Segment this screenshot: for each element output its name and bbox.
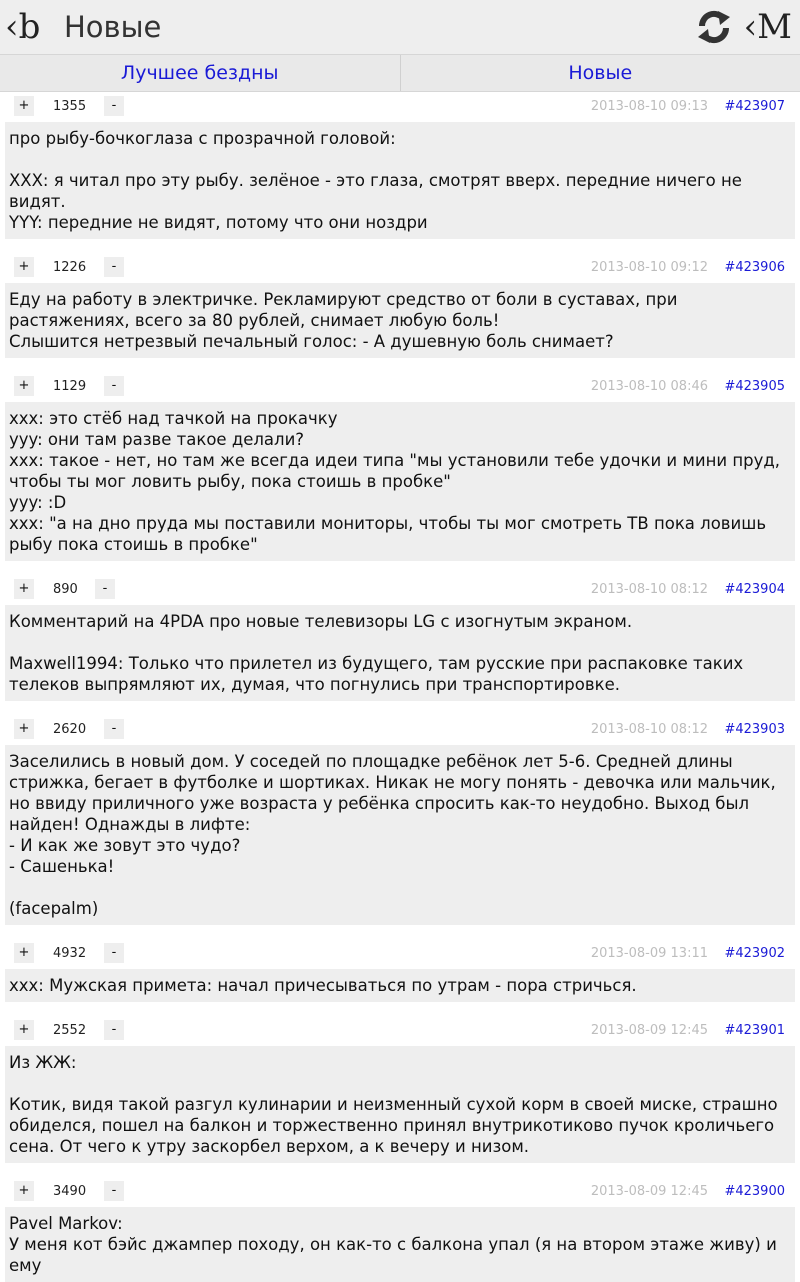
post: + 4932 - 2013-08-09 13:11 #423902 xxx: М…: [0, 939, 800, 1002]
post-id-link[interactable]: #423902: [724, 939, 785, 969]
post-meta: + 2552 - 2013-08-09 12:45 #423901: [0, 1016, 800, 1046]
upvote-button[interactable]: +: [14, 1020, 34, 1040]
post-text: xxx: это стёб над тачкой на прокачку yyy…: [5, 402, 795, 561]
menu-logo[interactable]: ‹M: [744, 0, 792, 54]
post: + 1226 - 2013-08-10 09:12 #423906 Еду на…: [0, 253, 800, 358]
action-bar: ‹b Новые ‹M: [0, 0, 800, 54]
tab-new[interactable]: Новые: [400, 55, 800, 91]
post-meta: + 1226 - 2013-08-10 09:12 #423906: [0, 253, 800, 283]
post-id-link[interactable]: #423907: [724, 92, 785, 122]
post-rating: 890: [53, 575, 78, 605]
post: + 3490 - 2013-08-09 12:45 #423900 Pavel …: [0, 1177, 800, 1282]
post-id-link[interactable]: #423900: [724, 1177, 785, 1207]
post-rating: 2620: [53, 715, 86, 745]
downvote-button[interactable]: -: [95, 579, 115, 599]
post-rating: 3490: [53, 1177, 86, 1207]
posts-feed[interactable]: + 1355 - 2013-08-10 09:13 #423907 про ры…: [0, 92, 800, 1282]
post-date: 2013-08-09 13:11: [591, 939, 708, 969]
downvote-button[interactable]: -: [104, 376, 124, 396]
post-meta: + 1355 - 2013-08-10 09:13 #423907: [0, 92, 800, 122]
post-meta: + 3490 - 2013-08-09 12:45 #423900: [0, 1177, 800, 1207]
upvote-button[interactable]: +: [14, 943, 34, 963]
refresh-button[interactable]: [694, 7, 734, 47]
upvote-button[interactable]: +: [14, 96, 34, 116]
downvote-button[interactable]: -: [104, 943, 124, 963]
page-title: Новые: [64, 0, 161, 54]
post-rating: 1355: [53, 92, 86, 122]
post-text: Из ЖЖ: Котик, видя такой разгул кулинари…: [5, 1046, 795, 1163]
post-text: Pavel Markov: У меня кот бэйс джампер по…: [5, 1207, 795, 1282]
post-rating: 1226: [53, 253, 86, 283]
downvote-button[interactable]: -: [104, 1020, 124, 1040]
tab-bar: Лучшее бездны Новые: [0, 54, 800, 92]
post-text: Комментарий на 4PDA про новые телевизоры…: [5, 605, 795, 701]
upvote-button[interactable]: +: [14, 257, 34, 277]
upvote-button[interactable]: +: [14, 376, 34, 396]
post-date: 2013-08-10 09:12: [591, 253, 708, 283]
post-meta: + 890 - 2013-08-10 08:12 #423904: [0, 575, 800, 605]
upvote-button[interactable]: +: [14, 1181, 34, 1201]
post-rating: 1129: [53, 372, 86, 402]
post-date: 2013-08-10 08:12: [591, 575, 708, 605]
post: + 2620 - 2013-08-10 08:12 #423903 Засели…: [0, 715, 800, 925]
post: + 1355 - 2013-08-10 09:13 #423907 про ры…: [0, 92, 800, 239]
post-id-link[interactable]: #423903: [724, 715, 785, 745]
downvote-button[interactable]: -: [104, 1181, 124, 1201]
action-bar-actions: ‹M: [694, 0, 792, 54]
post-meta: + 1129 - 2013-08-10 08:46 #423905: [0, 372, 800, 402]
post: + 1129 - 2013-08-10 08:46 #423905 xxx: э…: [0, 372, 800, 561]
upvote-button[interactable]: +: [14, 719, 34, 739]
post: + 2552 - 2013-08-09 12:45 #423901 Из ЖЖ:…: [0, 1016, 800, 1163]
post-text: Еду на работу в электричке. Рекламируют …: [5, 283, 795, 358]
downvote-button[interactable]: -: [104, 719, 124, 739]
post-date: 2013-08-10 08:46: [591, 372, 708, 402]
post-text: Заселились в новый дом. У соседей по пло…: [5, 745, 795, 925]
post-meta: + 4932 - 2013-08-09 13:11 #423902: [0, 939, 800, 969]
post: + 890 - 2013-08-10 08:12 #423904 Коммент…: [0, 575, 800, 701]
post-id-link[interactable]: #423901: [724, 1016, 785, 1046]
post-date: 2013-08-09 12:45: [591, 1016, 708, 1046]
post-rating: 2552: [53, 1016, 86, 1046]
post-id-link[interactable]: #423906: [724, 253, 785, 283]
post-date: 2013-08-10 08:12: [591, 715, 708, 745]
post-date: 2013-08-09 12:45: [591, 1177, 708, 1207]
post-meta: + 2620 - 2013-08-10 08:12 #423903: [0, 715, 800, 745]
downvote-button[interactable]: -: [104, 96, 124, 116]
downvote-button[interactable]: -: [104, 257, 124, 277]
refresh-icon: [694, 7, 734, 47]
post-text: xxx: Мужская примета: начал причесыватьс…: [5, 969, 795, 1002]
post-id-link[interactable]: #423905: [724, 372, 785, 402]
tab-abyss-best[interactable]: Лучшее бездны: [0, 55, 400, 91]
post-id-link[interactable]: #423904: [724, 575, 785, 605]
post-rating: 4932: [53, 939, 86, 969]
post-text: про рыбу-бочкоглаза с прозрачной головой…: [5, 122, 795, 239]
post-date: 2013-08-10 09:13: [591, 92, 708, 122]
upvote-button[interactable]: +: [14, 579, 34, 599]
app-logo[interactable]: ‹b: [0, 0, 57, 54]
